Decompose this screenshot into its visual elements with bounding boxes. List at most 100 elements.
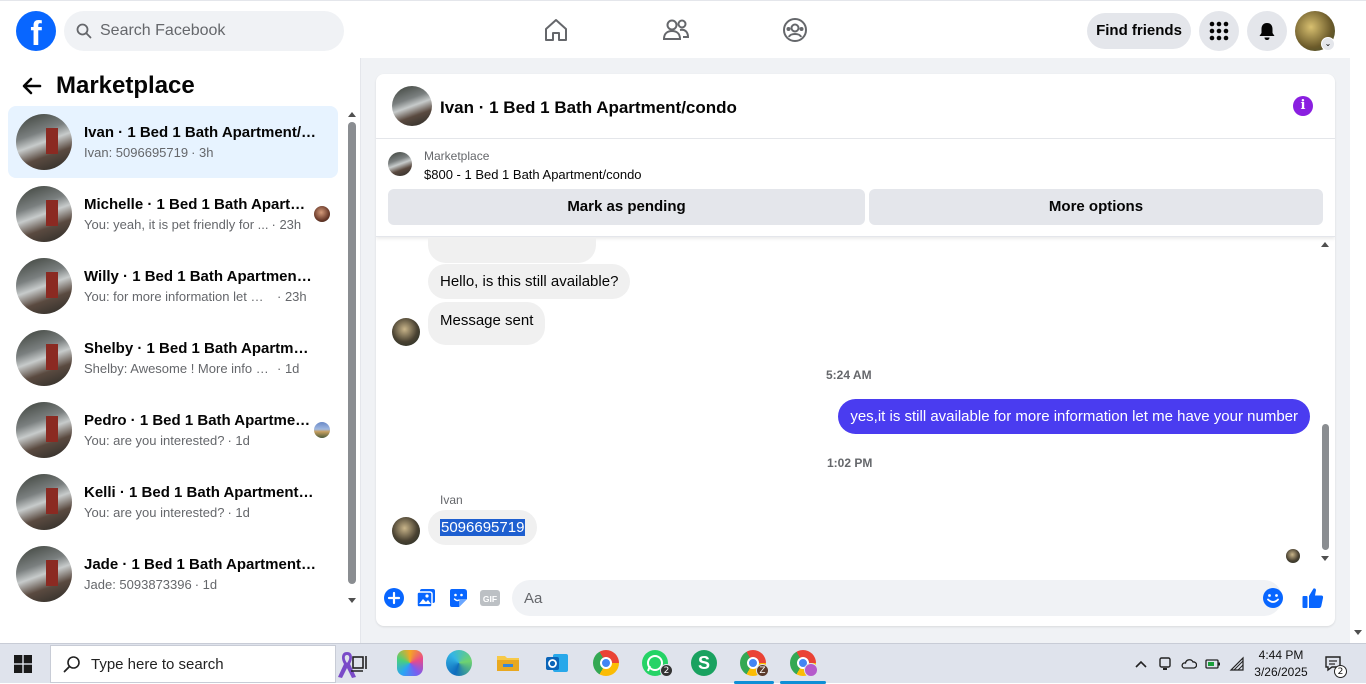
back-arrow-icon[interactable] bbox=[20, 74, 44, 98]
clock-time: 4:44 PM bbox=[1258, 648, 1304, 662]
battery-icon[interactable] bbox=[1205, 656, 1221, 672]
chat-scrollbar[interactable] bbox=[1320, 242, 1330, 562]
message-bubble[interactable]: Hello, is this still available? bbox=[428, 264, 631, 299]
listing-banner: Marketplace $800 - 1 Bed 1 Bath Apartmen… bbox=[376, 139, 1335, 237]
search-input[interactable] bbox=[100, 22, 330, 40]
chevron-down-icon[interactable]: ⌄ bbox=[1321, 37, 1335, 51]
sender-avatar[interactable] bbox=[392, 517, 420, 545]
conversation-item[interactable]: Kelli · 1 Bed 1 Bath Apartment/condo You… bbox=[8, 466, 338, 538]
conversation-time: · 23h bbox=[277, 289, 307, 304]
selected-text[interactable]: 5096695719 bbox=[440, 519, 526, 536]
conversation-time: · 1d bbox=[194, 577, 218, 592]
conversation-title: Michelle · 1 Bed 1 Bath Apartment/condo bbox=[84, 196, 316, 213]
scrollbar-thumb[interactable] bbox=[1322, 424, 1329, 550]
listing-price-title[interactable]: $800 - 1 Bed 1 Bath Apartment/condo bbox=[424, 167, 642, 182]
search-icon bbox=[63, 656, 80, 673]
taskbar-search-input[interactable] bbox=[91, 655, 271, 673]
conversation-item[interactable]: Jade · 1 Bed 1 Bath Apartment/condo Jade… bbox=[8, 538, 338, 610]
copilot-icon[interactable] bbox=[397, 650, 423, 676]
listing-thumbnail[interactable] bbox=[388, 152, 412, 176]
edge-browser-icon[interactable] bbox=[446, 650, 472, 676]
profile-badge-icon bbox=[804, 663, 818, 677]
onedrive-icon[interactable] bbox=[1181, 656, 1197, 672]
windows-taskbar: 2 S Z 4:44 PM 3/26/2025 2 bbox=[0, 643, 1366, 684]
conversation-item[interactable]: Pedro · 1 Bed 1 Bath Apartment/condo You… bbox=[8, 394, 338, 466]
conversation-item[interactable]: Ivan · 1 Bed 1 Bath Apartment/condo Ivan… bbox=[8, 106, 338, 178]
message-bubble-outgoing[interactable]: yes,it is still available for more infor… bbox=[838, 399, 1310, 434]
sticker-icon[interactable] bbox=[447, 587, 469, 609]
conversation-title: Jade · 1 Bed 1 Bath Apartment/condo bbox=[84, 556, 316, 573]
mark-as-pending-button[interactable]: Mark as pending bbox=[388, 189, 865, 225]
conversation-item[interactable]: Michelle · 1 Bed 1 Bath Apartment/condo … bbox=[8, 178, 338, 250]
chrome-icon[interactable] bbox=[593, 650, 619, 676]
listing-thumbnail bbox=[16, 402, 72, 458]
listing-thumbnail bbox=[16, 258, 72, 314]
message-timestamp: 1:02 PM bbox=[827, 456, 873, 470]
like-thumb-icon[interactable] bbox=[1301, 586, 1325, 610]
page-scrollbar[interactable] bbox=[1350, 58, 1366, 643]
chevron-up-icon[interactable] bbox=[1133, 656, 1149, 672]
chat-title[interactable]: Ivan · 1 Bed 1 Bath Apartment/condo bbox=[440, 98, 737, 118]
bell-icon bbox=[1259, 23, 1275, 40]
home-icon[interactable] bbox=[541, 15, 571, 45]
groups-icon[interactable] bbox=[780, 15, 810, 45]
file-explorer-icon[interactable] bbox=[495, 650, 521, 676]
conversation-snippet: Shelby: Awesome ! More info woul... bbox=[84, 361, 274, 376]
s-app-icon[interactable]: S bbox=[691, 650, 717, 676]
emoji-icon[interactable] bbox=[1262, 587, 1284, 609]
scrollbar-thumb[interactable] bbox=[348, 122, 356, 584]
message-timestamp: 5:24 AM bbox=[826, 368, 872, 382]
conversation-snippet: You: yeah, it is pet friendly for ... bbox=[84, 217, 269, 232]
message-bubble[interactable]: Message sent bbox=[428, 302, 546, 345]
conversation-snippet: Ivan: 5096695719 bbox=[84, 145, 189, 160]
message-bubble[interactable]: 5096695719 bbox=[428, 510, 538, 545]
task-view-icon[interactable] bbox=[347, 650, 373, 676]
listing-label: Marketplace bbox=[424, 149, 490, 163]
outlook-icon[interactable] bbox=[544, 650, 570, 676]
clock-date: 3/26/2025 bbox=[1254, 665, 1308, 679]
info-icon[interactable]: i bbox=[1293, 96, 1313, 116]
meet-now-icon[interactable] bbox=[1157, 656, 1173, 672]
gif-icon[interactable]: GIF bbox=[479, 587, 501, 609]
search-box[interactable] bbox=[64, 11, 344, 51]
chat-avatar[interactable] bbox=[392, 86, 432, 126]
message-input[interactable] bbox=[512, 580, 1282, 616]
find-friends-button[interactable]: Find friends bbox=[1087, 13, 1191, 49]
friends-icon[interactable] bbox=[661, 15, 691, 45]
photo-icon[interactable] bbox=[415, 587, 437, 609]
conversation-snippet: You: are you interested? bbox=[84, 433, 225, 448]
sender-name: Ivan bbox=[440, 493, 463, 507]
message-thread: Hello, is this still available? Message … bbox=[376, 237, 1335, 575]
conversation-item[interactable]: Willy · 1 Bed 1 Bath Apartment/condo You… bbox=[8, 250, 338, 322]
chat-header: Ivan · 1 Bed 1 Bath Apartment/condo i bbox=[376, 74, 1335, 139]
windows-start-icon[interactable] bbox=[14, 655, 32, 673]
conversation-time: · 23h bbox=[271, 217, 302, 232]
wifi-icon[interactable] bbox=[1229, 656, 1245, 672]
conversation-item[interactable]: Shelby · 1 Bed 1 Bath Apartment/condo Sh… bbox=[8, 322, 338, 394]
sender-avatar[interactable] bbox=[392, 318, 420, 346]
seen-avatar bbox=[314, 422, 330, 438]
menu-button[interactable] bbox=[1199, 11, 1239, 51]
notifications-button[interactable] bbox=[1247, 11, 1287, 51]
profile-badge: Z bbox=[756, 664, 769, 677]
listing-thumbnail bbox=[16, 330, 72, 386]
scroll-down-arrow-icon[interactable] bbox=[1321, 556, 1329, 561]
search-icon bbox=[76, 23, 92, 39]
scroll-down-arrow-icon[interactable] bbox=[1354, 630, 1362, 635]
read-receipt-avatar bbox=[1286, 549, 1300, 563]
listing-thumbnail bbox=[16, 474, 72, 530]
taskbar-search-box[interactable] bbox=[50, 645, 356, 683]
scroll-up-arrow-icon[interactable] bbox=[348, 112, 356, 117]
inbox-header: Marketplace bbox=[20, 72, 195, 100]
plus-icon[interactable] bbox=[383, 587, 405, 609]
top-navigation-bar: f Find friends ⌄ bbox=[0, 0, 1366, 58]
scroll-up-arrow-icon[interactable] bbox=[1321, 242, 1329, 247]
facebook-logo[interactable]: f bbox=[16, 11, 56, 51]
seen-avatar bbox=[314, 206, 330, 222]
scroll-down-arrow-icon[interactable] bbox=[348, 598, 356, 603]
more-options-button[interactable]: More options bbox=[869, 189, 1323, 225]
message-bubble-partial bbox=[428, 237, 596, 263]
conversation-title: Willy · 1 Bed 1 Bath Apartment/condo bbox=[84, 268, 316, 285]
system-clock[interactable]: 4:44 PM 3/26/2025 bbox=[1254, 647, 1308, 681]
inbox-scrollbar[interactable] bbox=[347, 110, 357, 606]
